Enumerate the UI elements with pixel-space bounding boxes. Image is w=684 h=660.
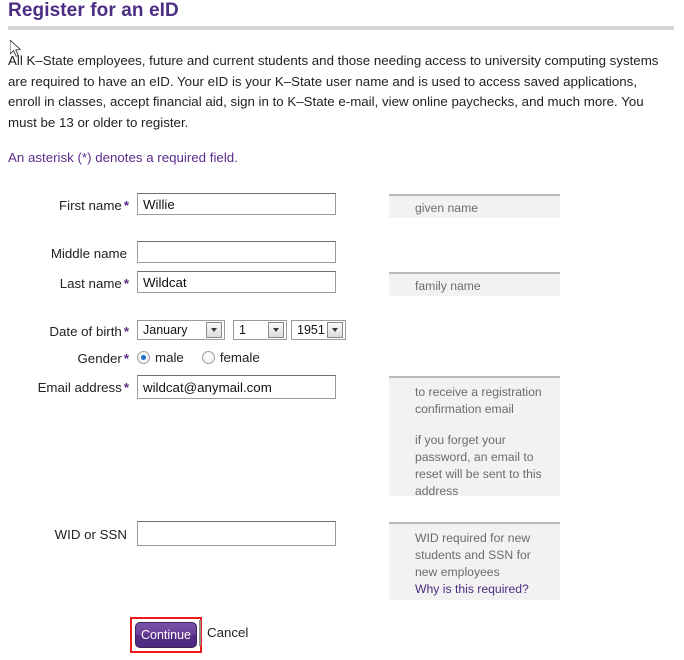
- first-name-label-text: First name: [59, 198, 122, 213]
- middle-name-required-asterisk: [127, 246, 129, 261]
- email-hint-line-1: to receive a registration confirmation e…: [415, 385, 542, 416]
- first-name-label: First name *: [5, 198, 129, 213]
- continue-button[interactable]: Continue: [135, 622, 197, 648]
- birth-day-value: 1: [239, 323, 246, 337]
- birth-month-select[interactable]: January: [137, 320, 225, 340]
- birth-day-select[interactable]: 1: [233, 320, 287, 340]
- first-name-hint: given name: [389, 194, 560, 218]
- date-of-birth-required-asterisk: *: [123, 324, 129, 339]
- first-name-hint-text: given name: [415, 201, 479, 215]
- email-input[interactable]: [137, 375, 336, 399]
- first-name-input[interactable]: [137, 193, 336, 215]
- wid-ssn-hint-text: WID required for new students and SSN fo…: [415, 531, 531, 579]
- gender-option-male[interactable]: male: [137, 350, 184, 365]
- last-name-required-asterisk: *: [123, 276, 129, 291]
- last-name-label: Last name *: [5, 276, 129, 291]
- gender-required-asterisk: *: [123, 351, 129, 366]
- wid-ssn-hint: WID required for new students and SSN fo…: [389, 522, 560, 600]
- chevron-down-icon[interactable]: [206, 322, 222, 338]
- button-divider: [199, 620, 201, 646]
- last-name-input[interactable]: [137, 271, 336, 293]
- gender-option-male-label: male: [155, 350, 184, 365]
- gender-radio-group: male female: [137, 350, 278, 365]
- birth-month-value: January: [143, 323, 188, 337]
- last-name-label-text: Last name: [59, 276, 122, 291]
- intro-paragraph: All K–State employees, future and curren…: [8, 53, 659, 130]
- page-title: Register for an eID: [8, 0, 179, 21]
- middle-name-label-text: Middle name: [50, 246, 127, 261]
- date-of-birth-label-text: Date of birth: [49, 324, 122, 339]
- wid-ssn-required-asterisk: [127, 527, 129, 542]
- radio-male-indicator[interactable]: [137, 351, 150, 364]
- chevron-down-icon[interactable]: [268, 322, 284, 338]
- first-name-required-asterisk: *: [123, 198, 129, 213]
- last-name-hint: family name: [389, 272, 560, 296]
- last-name-hint-text: family name: [415, 279, 481, 293]
- birth-year-value: 1951: [297, 323, 325, 337]
- cancel-link[interactable]: Cancel: [207, 625, 248, 640]
- required-field-note: An asterisk (*) denotes a required field…: [8, 150, 238, 165]
- gender-label-text: Gender: [77, 351, 122, 366]
- email-required-asterisk: *: [123, 380, 129, 395]
- gender-label: Gender *: [5, 351, 129, 366]
- gender-option-female[interactable]: female: [201, 350, 260, 365]
- wid-ssn-input[interactable]: [137, 521, 336, 546]
- radio-female-indicator[interactable]: [201, 351, 215, 364]
- gender-option-female-label: female: [219, 350, 260, 365]
- middle-name-input[interactable]: [137, 241, 336, 263]
- date-of-birth-label: Date of birth *: [5, 324, 129, 339]
- wid-ssn-label: WID or SSN: [5, 527, 129, 542]
- middle-name-label: Middle name: [5, 246, 129, 261]
- email-hint-line-2: if you forget your password, an email to…: [415, 433, 542, 498]
- why-is-this-required-link[interactable]: Why is this required?: [415, 581, 552, 598]
- wid-ssn-label-text: WID or SSN: [54, 527, 127, 542]
- chevron-down-icon[interactable]: [327, 322, 343, 338]
- birth-year-select[interactable]: 1951: [291, 320, 346, 340]
- continue-button-highlight: Continue: [130, 617, 202, 653]
- email-label: Email address *: [5, 380, 129, 395]
- title-divider: [8, 26, 674, 30]
- email-label-text: Email address: [37, 380, 122, 395]
- email-hint: to receive a registration confirmation e…: [389, 376, 560, 498]
